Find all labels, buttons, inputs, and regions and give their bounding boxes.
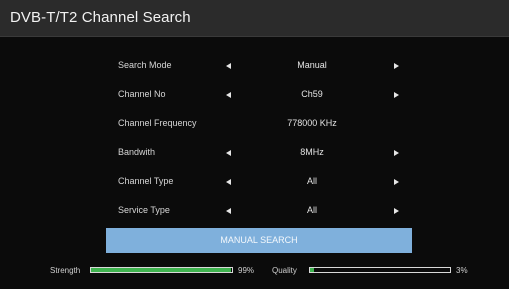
settings-list: Search Mode Manual Channel No Ch59 Chann… — [0, 52, 509, 226]
triangle-left-icon[interactable] — [226, 92, 231, 98]
triangle-left-icon[interactable] — [226, 150, 231, 156]
triangle-left-icon[interactable] — [226, 208, 231, 214]
setting-label: Bandwith — [118, 147, 156, 157]
setting-label: Service Type — [118, 205, 170, 215]
setting-label: Channel Frequency — [118, 118, 197, 128]
triangle-right-icon[interactable] — [394, 92, 399, 98]
triangle-right-icon[interactable] — [394, 63, 399, 69]
quality-label: Quality — [272, 266, 297, 275]
setting-label: Channel Type — [118, 176, 174, 186]
setting-row-channel-no[interactable]: Channel No Ch59 — [0, 81, 509, 110]
manual-search-button[interactable]: MANUAL SEARCH — [106, 228, 412, 253]
triangle-left-icon[interactable] — [226, 63, 231, 69]
triangle-right-icon[interactable] — [394, 150, 399, 156]
strength-label: Strength — [50, 266, 81, 275]
triangle-right-icon[interactable] — [394, 208, 399, 214]
setting-row-service-type[interactable]: Service Type All — [0, 197, 509, 226]
triangle-left-icon[interactable] — [226, 179, 231, 185]
setting-value: 8MHz — [300, 147, 324, 157]
setting-row-channel-type[interactable]: Channel Type All — [0, 168, 509, 197]
title-bar: DVB-T/T2 Channel Search — [0, 0, 509, 37]
page-title: DVB-T/T2 Channel Search — [10, 9, 191, 26]
setting-row-channel-frequency[interactable]: Channel Frequency 778000 KHz — [0, 110, 509, 139]
strength-percent: 99% — [238, 266, 255, 275]
quality-percent: 3% — [456, 266, 468, 275]
triangle-right-icon[interactable] — [394, 179, 399, 185]
channel-search-screen: DVB-T/T2 Channel Search Search Mode Manu… — [0, 0, 509, 289]
setting-value: All — [306, 205, 317, 215]
setting-label: Channel No — [118, 89, 166, 99]
setting-label: Search Mode — [118, 60, 172, 70]
setting-value: Manual — [297, 60, 327, 70]
setting-value: 778000 KHz — [287, 118, 337, 128]
strength-meter-fill — [91, 268, 231, 272]
quality-meter-fill — [310, 268, 315, 272]
setting-row-bandwidth[interactable]: Bandwith 8MHz — [0, 139, 509, 168]
setting-value: All — [306, 176, 317, 186]
quality-meter — [309, 267, 451, 273]
setting-value: Ch59 — [301, 89, 323, 99]
setting-row-search-mode[interactable]: Search Mode Manual — [0, 52, 509, 81]
strength-meter — [90, 267, 233, 273]
